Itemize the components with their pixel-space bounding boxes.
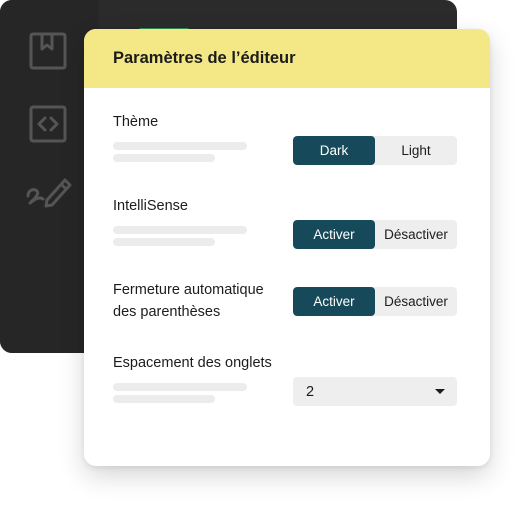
tabsize-value: 2 (306, 383, 315, 400)
editor-settings-panel: Paramètres de l’éditeur Thème Dark Light… (84, 29, 490, 466)
intellisense-option-on[interactable]: Activer (293, 220, 375, 249)
placeholder-line (113, 154, 215, 162)
intellisense-option-off[interactable]: Désactiver (375, 220, 457, 249)
autoclose-label-line2: des parenthèses (113, 304, 221, 320)
placeholder-line (113, 395, 215, 403)
theme-option-light[interactable]: Light (375, 136, 457, 165)
tabsize-select[interactable]: 2 (293, 377, 457, 406)
theme-label: Thème (113, 114, 159, 130)
autoclose-label-line1: Fermeture automatique (113, 282, 264, 298)
autoclose-option-off[interactable]: Désactiver (375, 287, 457, 316)
tabsize-label: Espacement des onglets (113, 355, 272, 371)
chevron-down-icon (435, 389, 445, 394)
placeholder-line (113, 142, 247, 150)
autoclose-toggle[interactable]: Activer Désactiver (293, 287, 457, 316)
panel-title: Paramètres de l’éditeur (113, 49, 296, 67)
code-icon[interactable] (28, 104, 68, 144)
panel-header: Paramètres de l’éditeur (84, 29, 490, 88)
bookmark-icon[interactable] (28, 31, 68, 71)
placeholder-line (113, 226, 247, 234)
theme-option-dark[interactable]: Dark (293, 136, 375, 165)
placeholder-line (113, 238, 215, 246)
intellisense-toggle[interactable]: Activer Désactiver (293, 220, 457, 249)
autoclose-option-on[interactable]: Activer (293, 287, 375, 316)
theme-toggle[interactable]: Dark Light (293, 136, 457, 165)
intellisense-label: IntelliSense (113, 198, 188, 214)
placeholder-line (113, 383, 247, 391)
pen-icon[interactable] (25, 170, 73, 210)
